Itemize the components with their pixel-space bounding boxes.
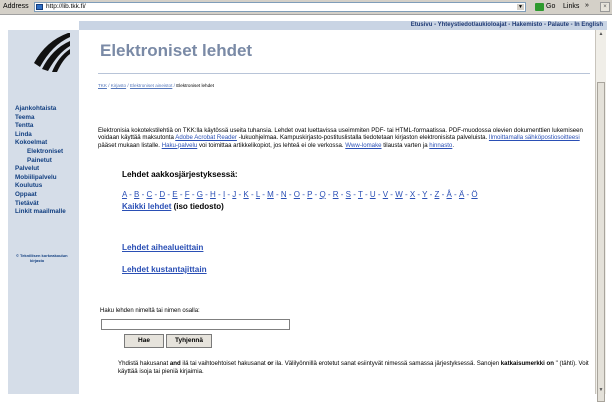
close-icon[interactable]: × — [600, 2, 610, 12]
help-and: and — [169, 360, 181, 367]
letter-separator: - — [451, 190, 459, 199]
intro-text-part: . — [452, 141, 455, 149]
all-journals-row: Kaikki lehdet (iso tiedosto) — [122, 202, 224, 211]
letter-separator: - — [202, 190, 211, 199]
sidebar-item-teema[interactable]: Teema — [15, 114, 79, 123]
letter-separator: - — [325, 190, 333, 199]
sidebar-item-tentta[interactable]: Tentta — [15, 122, 79, 131]
letter-separator: - — [189, 190, 197, 199]
email-signup-link[interactable]: Ilmoittamalla sähköpostiosoitteesi — [489, 134, 580, 141]
search-label: Haku lehden nimeltä tai nimen osalla: — [100, 308, 200, 314]
letter-link[interactable]: M — [267, 190, 274, 199]
sidebar-item-kokoelmat[interactable]: Kokoelmat — [15, 139, 79, 148]
page-icon — [36, 4, 43, 10]
letter-link[interactable]: Ö — [471, 190, 477, 199]
links-button[interactable]: Links — [563, 3, 579, 10]
haku-service-link[interactable]: Haku-palvelu — [162, 142, 198, 149]
letter-link[interactable]: W — [395, 190, 403, 199]
help-truncation: katkaisumerkki on — [500, 360, 554, 367]
sidebar-item-linda[interactable]: Linda — [15, 131, 79, 140]
journal-search-input[interactable] — [101, 319, 290, 330]
search-button[interactable]: Hae — [124, 334, 164, 348]
all-journals-note: (iso tiedosto) — [173, 202, 224, 211]
alphabet-links: A - B - C - D - E - F - G - H - I - J - … — [122, 190, 478, 199]
letter-separator: - — [215, 190, 223, 199]
help-part: ila. Välilyönnillä erotetut sanat esiint… — [273, 360, 501, 367]
sidebar-item-linkit[interactable]: Linkit maailmalle — [15, 208, 79, 217]
letter-separator: - — [177, 190, 185, 199]
breadcrumb: TKK / Kirjasto / Elektroniset aineistot … — [98, 83, 214, 88]
price-list-link[interactable]: hinnasto — [429, 142, 452, 149]
letter-separator: - — [338, 190, 346, 199]
breadcrumb-sep: / — [127, 83, 129, 88]
links-more-icon[interactable]: » — [585, 2, 589, 9]
web-form-link[interactable]: Www-lomake — [345, 142, 381, 149]
logo-icon — [34, 33, 70, 72]
search-help-text: Yhdistä hakusanat and ilä tai vaihtoehto… — [118, 360, 596, 375]
sidebar-item-painetut[interactable]: Painetut — [15, 157, 79, 166]
go-arrow-icon[interactable] — [535, 3, 544, 11]
all-journals-link[interactable]: Kaikki lehdet — [122, 202, 171, 211]
sidebar-nav: Ajankohtaista Teema Tentta Linda Kokoelm… — [15, 105, 79, 217]
footer-line: kirjasto — [30, 258, 45, 263]
top-navigation: Etusivu - Yhteystiedot/aukioloajat - Hak… — [79, 21, 607, 30]
breadcrumb-link[interactable]: TKK — [98, 83, 107, 88]
letter-separator: - — [375, 190, 383, 199]
breadcrumb-link[interactable]: Elektroniset aineistot — [130, 83, 172, 88]
scrollbar-thumb[interactable] — [597, 82, 605, 402]
address-url[interactable]: http://lib.tkk.fi/ — [46, 3, 86, 11]
breadcrumb-link[interactable]: Kirjasto — [111, 83, 126, 88]
intro-text: Elektronisia kokotekstilehtiä on TKK:lla… — [98, 127, 592, 149]
acrobat-reader-link[interactable]: Adobe Acrobat Reader — [175, 134, 237, 141]
vertical-scrollbar[interactable]: ▲ ▼ — [595, 30, 606, 402]
intro-text-part: tilausta varten ja — [381, 141, 430, 149]
alphabetical-heading: Lehdet aakkosjärjestyksessä: — [122, 170, 238, 179]
sidebar-item-koulutus[interactable]: Koulutus — [15, 182, 79, 191]
letter-separator: - — [402, 190, 410, 199]
clear-button[interactable]: Tyhjennä — [166, 334, 212, 348]
chevron-down-icon[interactable]: ▼ — [517, 4, 524, 10]
sidebar-item-tietavat[interactable]: Tietävät — [15, 200, 79, 209]
letter-separator: - — [273, 190, 281, 199]
letter-separator: - — [248, 190, 256, 199]
scroll-down-icon[interactable]: ▼ — [597, 386, 605, 394]
breadcrumb-sep: / — [108, 83, 110, 88]
letter-separator: - — [286, 190, 294, 199]
help-part: ilä tai vaihtoehtoiset hakusanat — [180, 360, 268, 367]
address-label: Address — [3, 3, 29, 10]
sidebar-item-oppaat[interactable]: Oppaat — [15, 191, 79, 200]
help-part: Yhdistä hakusanat — [118, 360, 170, 367]
journals-by-publisher-link[interactable]: Lehdet kustantajittain — [122, 265, 207, 274]
sidebar-footer: © Teknillisen korkeakoulun kirjasto — [16, 253, 68, 263]
intro-text-part: -lukuohjelmaa. Kampuskirjasto-postitusli… — [236, 134, 489, 142]
journals-by-subject-link[interactable]: Lehdet aihealueittain — [122, 243, 203, 252]
sidebar-item-ajankohtaista[interactable]: Ajankohtaista — [15, 105, 79, 114]
address-bar: Address http://lib.tkk.fi/ ▼ Go Links » … — [0, 0, 612, 15]
sidebar-item-elektroniset[interactable]: Elektroniset — [15, 148, 79, 157]
letter-separator: - — [351, 190, 358, 199]
scroll-up-icon[interactable]: ▲ — [597, 30, 605, 38]
title-divider — [98, 73, 590, 74]
letter-separator: - — [362, 190, 370, 199]
sidebar-item-palvelut[interactable]: Palvelut — [15, 165, 79, 174]
window-edge — [0, 15, 8, 20]
letter-separator: - — [126, 190, 135, 199]
intro-text-part: voi toimittaa artikkelikopiot, jos lehte… — [197, 141, 346, 149]
intro-text-part: pääset mukaan listalle. — [98, 141, 162, 149]
address-input[interactable]: http://lib.tkk.fi/ ▼ — [34, 2, 526, 12]
sidebar-item-mobiilipalvelu[interactable]: Mobiilipalvelu — [15, 174, 79, 183]
top-nav-links[interactable]: Etusivu - Yhteystiedot/aukioloajat - Hak… — [411, 21, 603, 30]
page-title: Elektroniset lehdet — [100, 41, 253, 60]
breadcrumb-sep: / — [173, 83, 175, 88]
breadcrumb-current: Elektroniset lehdet — [176, 83, 214, 88]
go-button[interactable]: Go — [546, 3, 555, 10]
